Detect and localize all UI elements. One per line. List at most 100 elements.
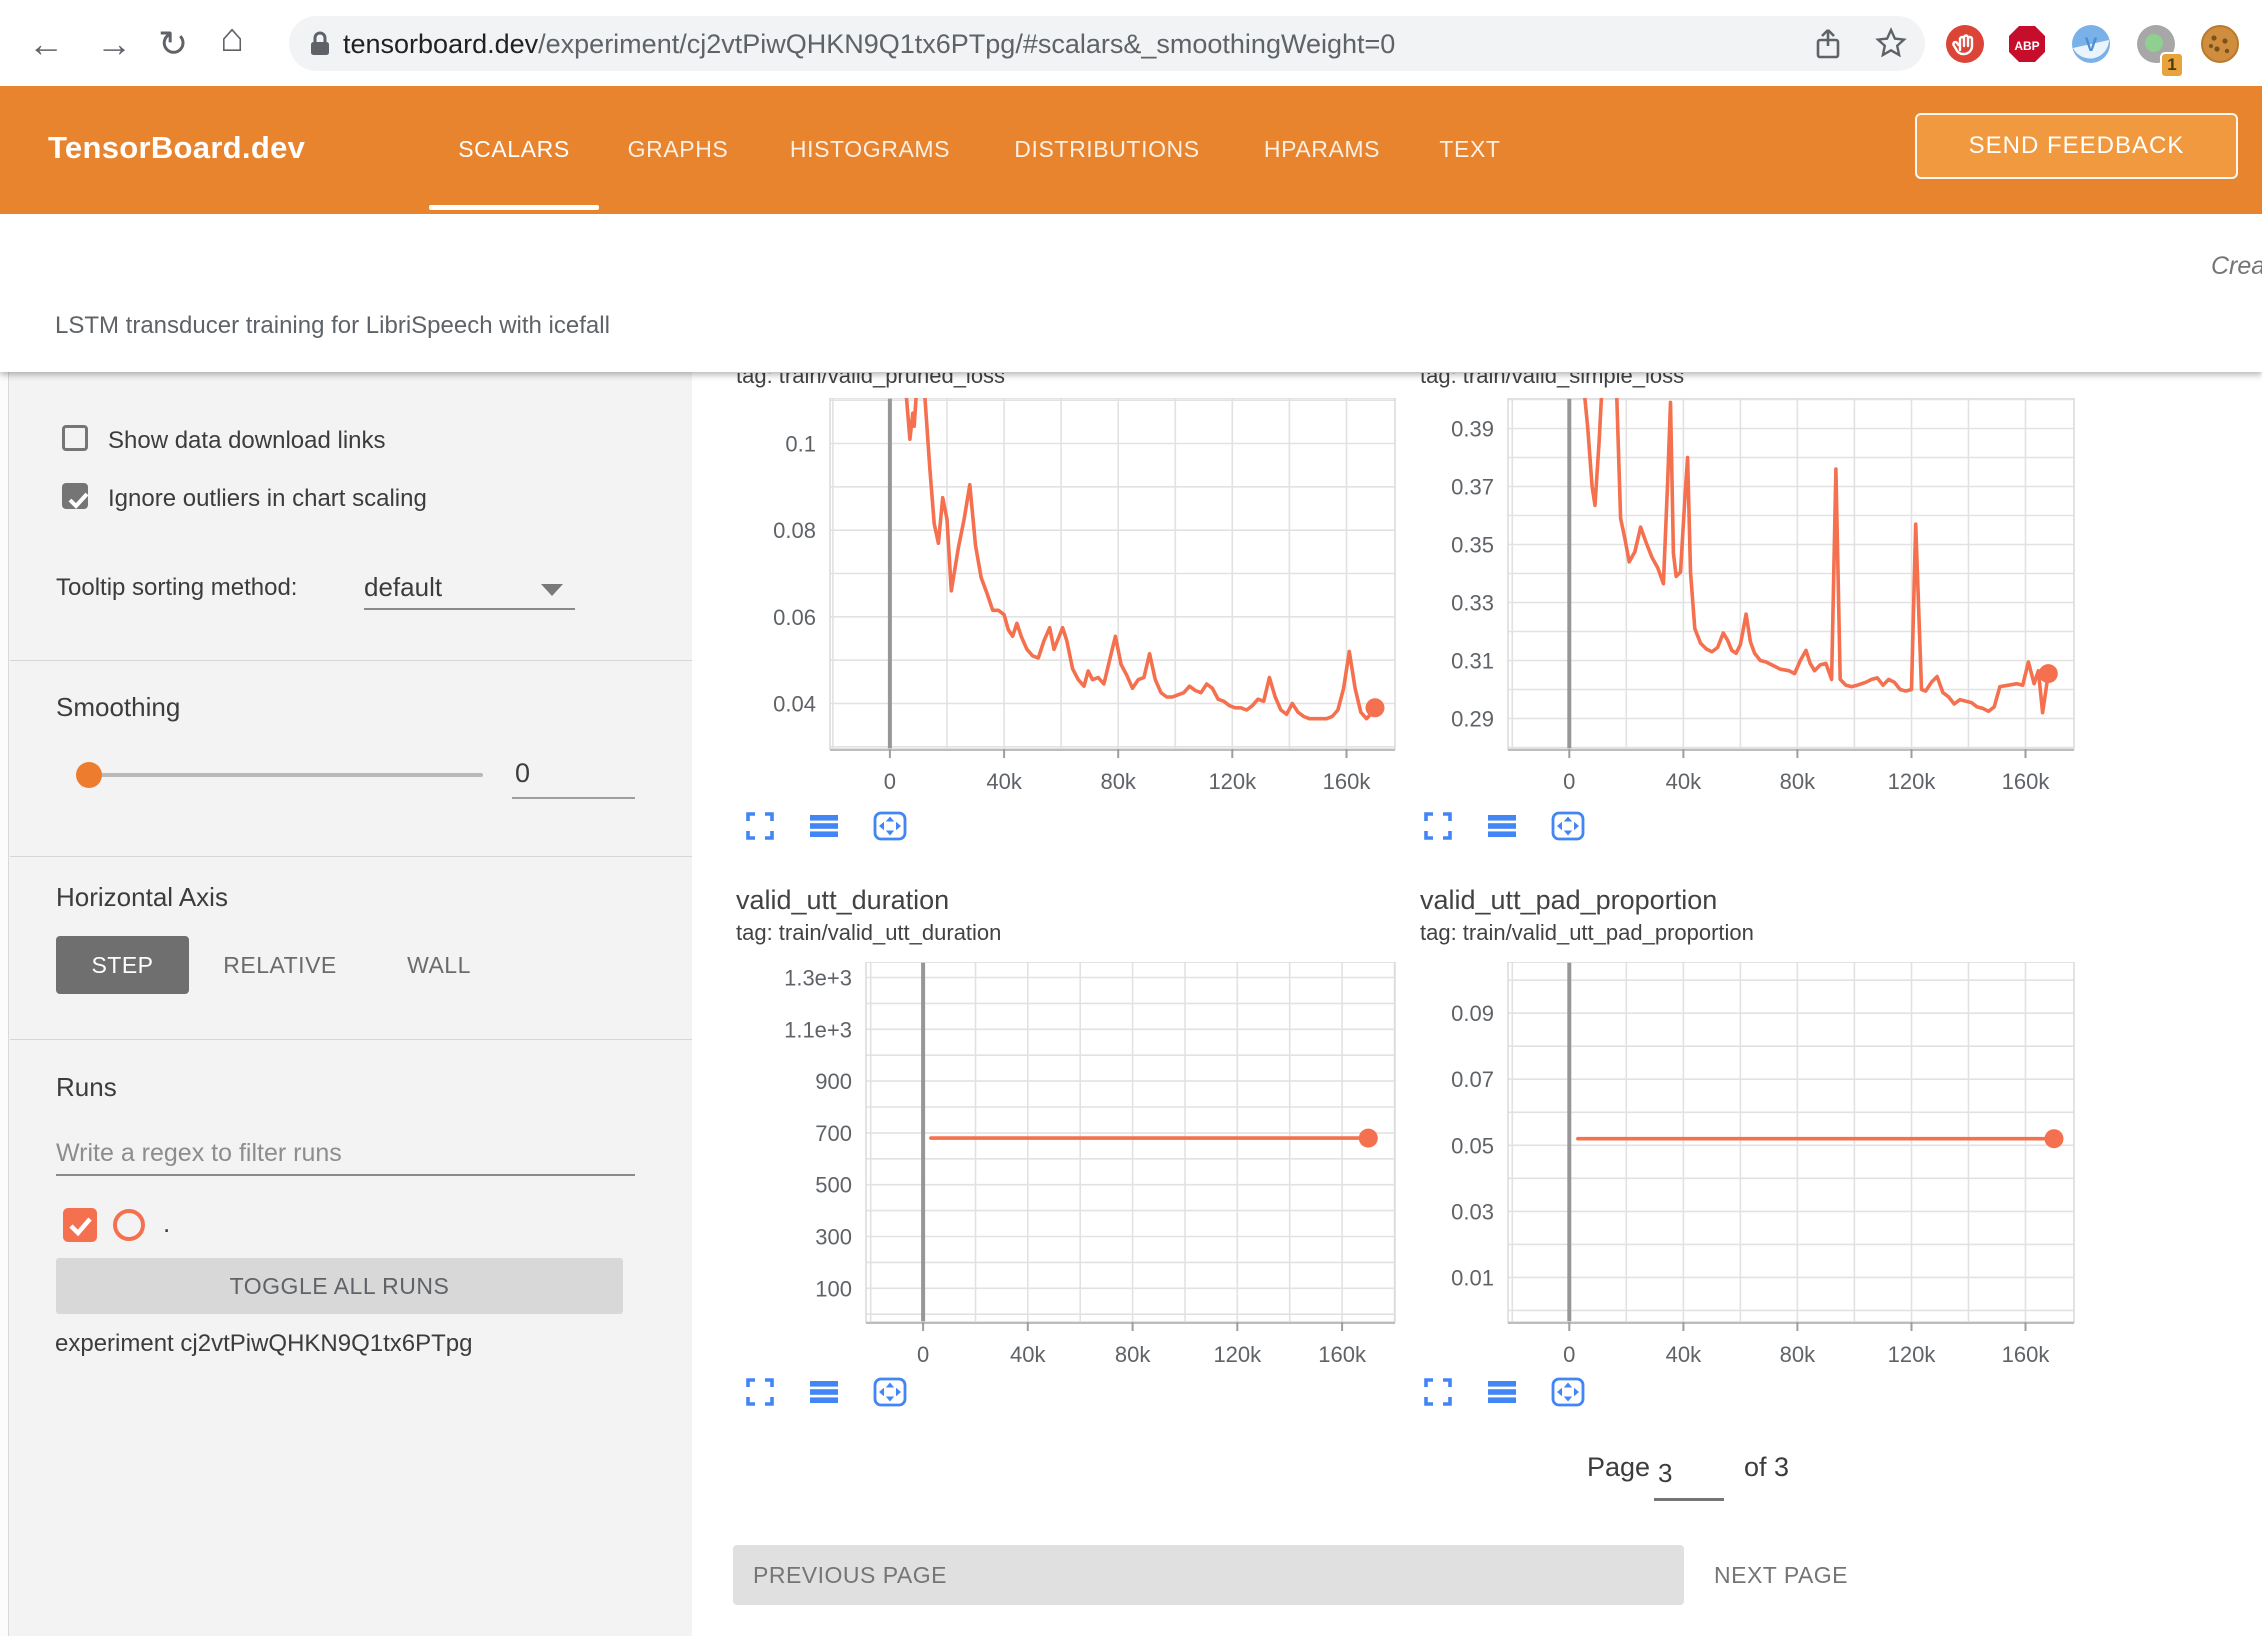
data-list-icon[interactable] bbox=[1487, 1377, 1517, 1412]
svg-text:0.09: 0.09 bbox=[1451, 1001, 1494, 1026]
svg-text:500: 500 bbox=[815, 1173, 852, 1198]
svg-text:0.05: 0.05 bbox=[1451, 1133, 1494, 1158]
home-icon[interactable]: ⌂ bbox=[220, 18, 244, 58]
svg-text:0.08: 0.08 bbox=[773, 518, 816, 543]
share-icon[interactable] bbox=[1813, 28, 1843, 60]
svg-text:V: V bbox=[2085, 35, 2098, 56]
experiment-id-text: experiment cj2vtPiwQHKN9Q1tx6PTpg bbox=[55, 1330, 473, 1358]
chart3-toolbar bbox=[745, 1377, 907, 1412]
experiment-title: LSTM transducer training for LibriSpeech… bbox=[55, 312, 610, 340]
svg-text:160k: 160k bbox=[2002, 1342, 2051, 1367]
data-list-icon[interactable] bbox=[809, 1377, 839, 1412]
svg-text:80k: 80k bbox=[1115, 1342, 1151, 1367]
browser-toolbar: ← → ↻ ⌂ tensorboard.dev/experiment/cj2vt… bbox=[0, 0, 2262, 86]
chart4-plot[interactable]: 040k80k120k160k0.090.070.050.030.01 bbox=[1373, 962, 2088, 1375]
runs-filter-input[interactable] bbox=[56, 1132, 635, 1176]
chart1-tag-cutoff: tag: train/valid_pruned_loss bbox=[736, 373, 1216, 392]
divider bbox=[10, 660, 692, 661]
smoothing-label: Smoothing bbox=[56, 692, 180, 723]
svg-text:0.04: 0.04 bbox=[773, 692, 816, 717]
extension-badge: 1 bbox=[2160, 52, 2184, 78]
send-feedback-button[interactable]: SEND FEEDBACK bbox=[1915, 113, 2238, 179]
page-number-field bbox=[1652, 1458, 1724, 1489]
fit-data-icon[interactable] bbox=[745, 811, 775, 846]
chart2-plot[interactable]: 040k80k120k160k0.390.370.350.330.310.29 bbox=[1373, 398, 2088, 802]
brand-logo[interactable]: TensorBoard.dev bbox=[48, 130, 305, 166]
next-page-button[interactable]: NEXT PAGE bbox=[1714, 1562, 1848, 1589]
back-icon[interactable]: ← bbox=[28, 24, 64, 64]
svg-text:0.35: 0.35 bbox=[1451, 533, 1494, 558]
page-label: Page bbox=[1587, 1452, 1650, 1483]
fit-data-icon[interactable] bbox=[1423, 1377, 1453, 1412]
svg-text:0: 0 bbox=[1563, 769, 1575, 794]
chevron-down-icon[interactable] bbox=[541, 584, 563, 596]
runs-label: Runs bbox=[56, 1072, 117, 1103]
axis-step-button[interactable]: STEP bbox=[56, 936, 189, 994]
tab-text[interactable]: TEXT bbox=[1439, 136, 1500, 163]
cookie-icon[interactable] bbox=[2200, 24, 2240, 64]
chart1-toolbar bbox=[745, 811, 907, 846]
data-list-icon[interactable] bbox=[809, 811, 839, 846]
show-download-checkbox[interactable] bbox=[62, 425, 88, 451]
tab-distributions[interactable]: DISTRIBUTIONS bbox=[1014, 136, 1199, 163]
svg-text:0.01: 0.01 bbox=[1451, 1265, 1494, 1290]
address-bar[interactable]: tensorboard.dev/experiment/cj2vtPiwQHKN9… bbox=[289, 16, 1925, 71]
tab-graphs[interactable]: GRAPHS bbox=[628, 136, 729, 163]
page-number-input[interactable] bbox=[1652, 1458, 1724, 1489]
bookmark-star-icon[interactable] bbox=[1875, 27, 1907, 59]
previous-page-button[interactable]: PREVIOUS PAGE bbox=[733, 1545, 1684, 1605]
toggle-all-runs-button[interactable]: TOGGLE ALL RUNS bbox=[56, 1258, 623, 1314]
smoothing-value[interactable]: 0 bbox=[515, 758, 530, 789]
expand-card-icon[interactable] bbox=[873, 811, 907, 846]
created-text-partial: Crea bbox=[2211, 252, 2262, 281]
expand-card-icon[interactable] bbox=[1551, 1377, 1585, 1412]
tooltip-sorting-underline bbox=[364, 608, 575, 610]
lock-icon bbox=[307, 30, 333, 58]
axis-wall-button[interactable]: WALL bbox=[393, 936, 485, 994]
tab-histograms[interactable]: HISTOGRAMS bbox=[790, 136, 950, 163]
svg-text:80k: 80k bbox=[1780, 1342, 1816, 1367]
data-list-icon[interactable] bbox=[1487, 811, 1517, 846]
svg-text:80k: 80k bbox=[1780, 769, 1816, 794]
svg-text:0.07: 0.07 bbox=[1451, 1067, 1494, 1092]
v-extension-icon[interactable]: V bbox=[2071, 24, 2111, 64]
chart4-tag: tag: train/valid_utt_pad_proportion bbox=[1420, 920, 1754, 946]
ignore-outliers-label: Ignore outliers in chart scaling bbox=[108, 485, 427, 513]
tab-scalars[interactable]: SCALARS bbox=[458, 136, 570, 163]
fit-data-icon[interactable] bbox=[745, 1377, 775, 1412]
svg-text:160k: 160k bbox=[1323, 769, 1372, 794]
ignore-outliers-checkbox[interactable] bbox=[62, 483, 88, 509]
abp-icon[interactable]: ABP bbox=[2007, 24, 2047, 64]
run-checkbox[interactable] bbox=[63, 1208, 97, 1242]
chart3-title: valid_utt_duration bbox=[736, 885, 949, 916]
svg-text:120k: 120k bbox=[1213, 1342, 1262, 1367]
fit-data-icon[interactable] bbox=[1423, 811, 1453, 846]
page-of-label: of 3 bbox=[1744, 1452, 1789, 1483]
run-color-swatch bbox=[113, 1209, 145, 1241]
svg-text:0.31: 0.31 bbox=[1451, 649, 1494, 674]
tab-hparams[interactable]: HPARAMS bbox=[1264, 136, 1380, 163]
adblock-hand-icon[interactable] bbox=[1945, 24, 1985, 64]
svg-text:900: 900 bbox=[815, 1069, 852, 1094]
svg-text:1.3e+3: 1.3e+3 bbox=[784, 966, 852, 991]
svg-text:160k: 160k bbox=[2002, 769, 2051, 794]
svg-text:0.06: 0.06 bbox=[773, 605, 816, 630]
svg-text:0.29: 0.29 bbox=[1451, 707, 1494, 732]
axis-relative-button[interactable]: RELATIVE bbox=[213, 936, 347, 994]
forward-icon[interactable]: → bbox=[96, 24, 132, 64]
chart1-plot[interactable]: 040k80k120k160k0.10.080.060.04 bbox=[695, 398, 1409, 802]
chart2-tag-cutoff: tag: train/valid_simple_loss bbox=[1420, 373, 1900, 392]
expand-card-icon[interactable] bbox=[1551, 811, 1585, 846]
settings-sidebar: Show data download links Ignore outliers… bbox=[0, 372, 692, 1636]
svg-text:160k: 160k bbox=[1318, 1342, 1367, 1367]
svg-text:0.33: 0.33 bbox=[1451, 591, 1494, 616]
chart3-plot[interactable]: 040k80k120k160k1.3e+31.1e+39007005003001… bbox=[731, 962, 1409, 1375]
svg-text:0: 0 bbox=[1563, 1342, 1575, 1367]
reload-icon[interactable]: ↻ bbox=[158, 24, 188, 64]
smoothing-slider-knob[interactable] bbox=[76, 762, 102, 788]
svg-text:1.1e+3: 1.1e+3 bbox=[784, 1017, 852, 1042]
svg-text:0.1: 0.1 bbox=[785, 432, 816, 457]
svg-text:ABP: ABP bbox=[2014, 39, 2039, 53]
smoothing-slider-track[interactable] bbox=[79, 773, 483, 777]
expand-card-icon[interactable] bbox=[873, 1377, 907, 1412]
